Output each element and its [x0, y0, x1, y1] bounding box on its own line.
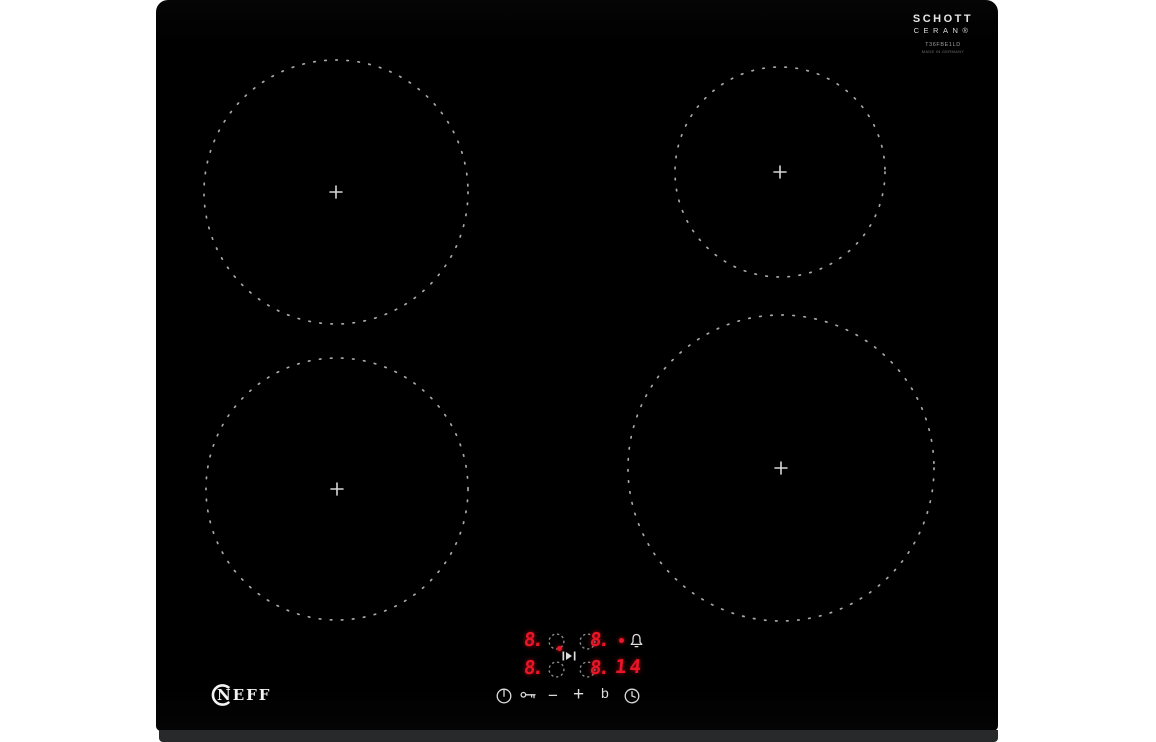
schott-text: SCHOTT [912, 13, 974, 25]
zone-display-rear-right: 8. [588, 629, 609, 651]
center-cross-front-right [774, 461, 788, 475]
residual-heat-ring [548, 661, 565, 678]
neff-logo: NEFF [210, 681, 280, 709]
pause-transfer-icon [562, 651, 576, 661]
timer-active-indicator-dot [619, 638, 624, 643]
timer-clock-button[interactable] [624, 688, 640, 704]
model-number: T36FBE1LD [925, 42, 961, 48]
center-cross-rear-left [329, 185, 343, 199]
center-cross-rear-right [773, 165, 787, 179]
plus-button[interactable]: + [573, 685, 584, 704]
small-print: MADE IN GERMANY [921, 49, 965, 54]
neff-logo-text: NEFF [217, 686, 272, 704]
zone-display-front-right: 8. [588, 657, 609, 679]
ceran-text: CERAN® [913, 26, 973, 35]
minus-button[interactable]: − [548, 687, 558, 704]
bell-icon [630, 633, 643, 648]
center-cross-front-left [330, 482, 344, 496]
boost-button[interactable]: b [601, 686, 609, 700]
child-lock-key-button[interactable] [520, 689, 538, 701]
schott-ceran-logo: SCHOTT CERAN® T36FBE1LD MADE IN GERMANY [893, 13, 993, 54]
power-button[interactable] [496, 688, 512, 704]
product-photo-induction-hob: 8. 8. 8. 8. 14 − + b NEFF SCHOTT CERAN® … [0, 0, 1156, 742]
zone-display-rear-left: 8. [522, 629, 543, 651]
zone-display-front-left: 8. [522, 657, 543, 679]
timer-display: 14 [613, 656, 646, 678]
burner-markings [203, 59, 935, 622]
